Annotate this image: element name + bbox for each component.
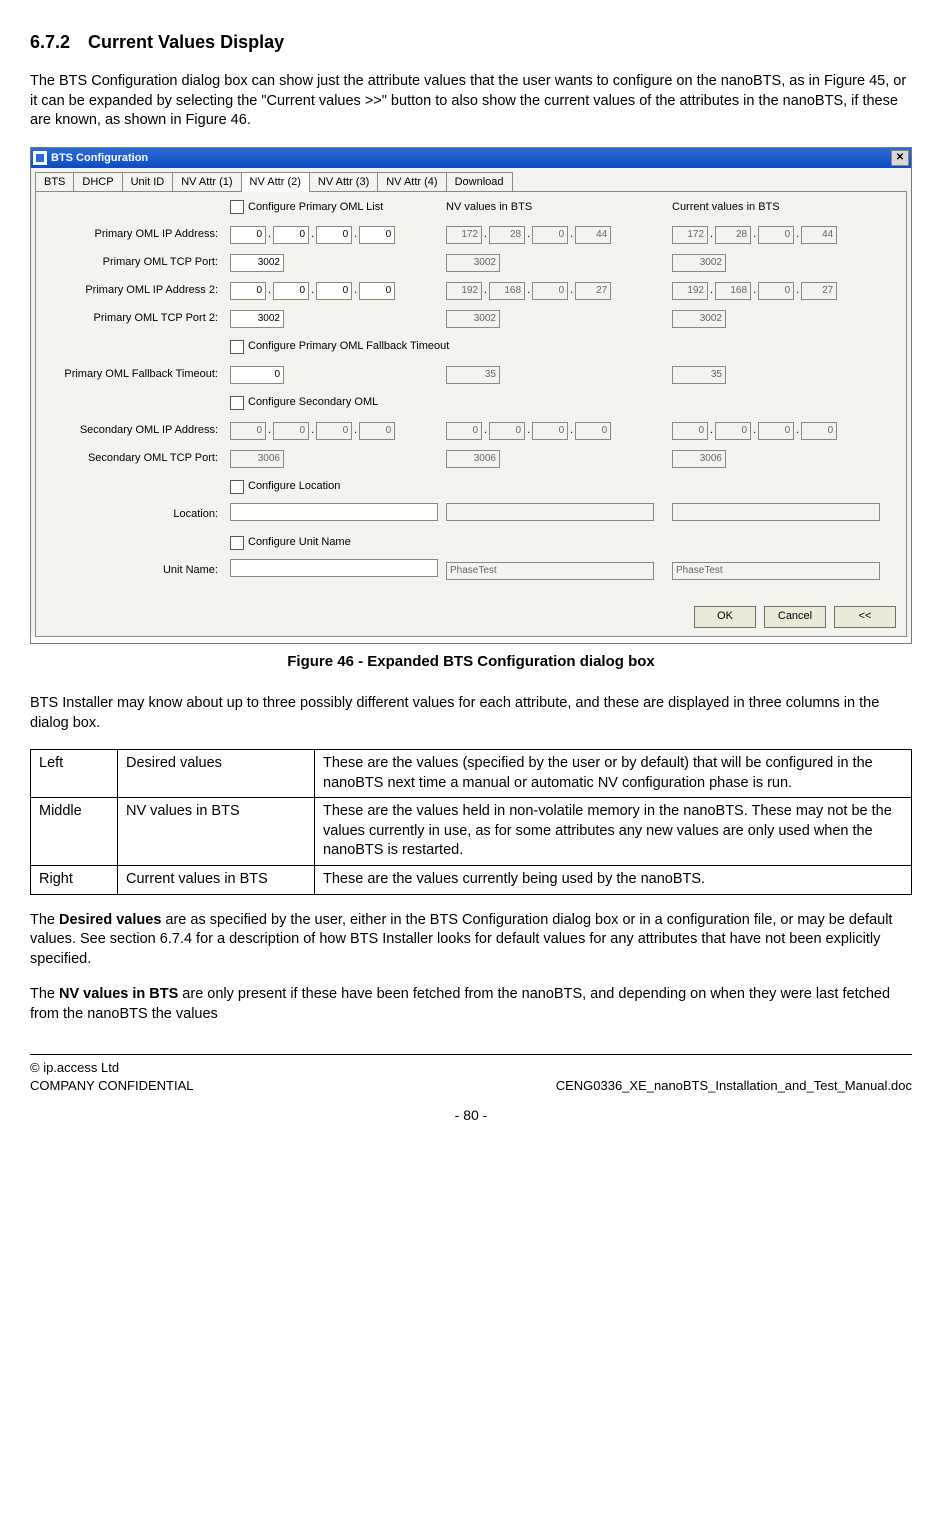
page-number: - 80 - [30,1106,912,1125]
table-row: Middle NV values in BTS These are the va… [31,798,912,866]
label-fallback: Primary OML Fallback Timeout: [42,367,224,382]
primary-port2-current: 3002 [672,310,726,328]
tab-panel: Configure Primary OML List NV values in … [35,191,907,637]
check-fallback-label: Configure Primary OML Fallback Timeout [248,339,449,354]
ok-button[interactable]: OK [694,606,756,628]
tab-nvattr3[interactable]: NV Attr (3) [309,172,378,192]
paragraph-1: The BTS Configuration dialog box can sho… [30,72,912,131]
fallback-nv: 35 [446,366,500,384]
cell: Desired values [118,750,315,798]
bts-config-dialog: BTS Configuration ✕ BTS DHCP Unit ID NV … [30,147,912,644]
page-footer: © ip.access Ltd COMPANY CONFIDENTIAL CEN… [30,1054,912,1125]
checkbox-icon[interactable] [230,200,244,214]
fallback-current: 35 [672,366,726,384]
unitname-left[interactable] [230,559,438,577]
tab-bts[interactable]: BTS [35,172,74,192]
location-left[interactable] [230,503,438,521]
cell: These are the values held in non-volatil… [315,798,912,866]
primary-ip2-nv: 192. 168. 0. 27 [446,282,666,300]
checkbox-icon[interactable] [230,396,244,410]
unitname-nv: PhaseTest [446,562,654,580]
columns-description-table: Left Desired values These are the values… [30,749,912,894]
label-primary-port: Primary OML TCP Port: [42,255,224,270]
check-primary-oml[interactable]: Configure Primary OML List [230,200,440,215]
window-title: BTS Configuration [51,151,148,166]
tab-strip: BTS DHCP Unit ID NV Attr (1) NV Attr (2)… [31,168,911,191]
secondary-port-left[interactable]: 3006 [230,450,284,468]
table-row: Left Desired values These are the values… [31,750,912,798]
tab-nvattr4[interactable]: NV Attr (4) [377,172,446,192]
checkbox-icon[interactable] [230,480,244,494]
primary-port-current: 3002 [672,254,726,272]
tab-download[interactable]: Download [446,172,513,192]
titlebar: BTS Configuration ✕ [31,148,911,168]
label-unitname: Unit Name: [42,563,224,578]
label-location: Location: [42,507,224,522]
primary-port-left[interactable]: 3002 [230,254,284,272]
secondary-port-nv: 3006 [446,450,500,468]
figure-caption: Figure 46 - Expanded BTS Configuration d… [30,652,912,672]
footer-docname: CENG0336_XE_nanoBTS_Installation_and_Tes… [556,1077,912,1095]
tab-nvattr1[interactable]: NV Attr (1) [172,172,241,192]
check-unitname[interactable]: Configure Unit Name [230,535,440,550]
cell: Middle [31,798,118,866]
section-number: 6.7.2 [30,32,70,52]
check-fallback[interactable]: Configure Primary OML Fallback Timeout [230,339,892,354]
primary-ip2-current: 192. 168. 0. 27 [672,282,892,300]
cell: These are the values (specified by the u… [315,750,912,798]
paragraph-3: The Desired values are as specified by t… [30,911,912,970]
close-icon[interactable]: ✕ [891,150,909,166]
label-secondary-ip: Secondary OML IP Address: [42,423,224,438]
primary-port2-left[interactable]: 3002 [230,310,284,328]
cell: These are the values currently being use… [315,866,912,895]
check-location[interactable]: Configure Location [230,479,440,494]
fallback-left[interactable]: 0 [230,366,284,384]
paragraph-4: The NV values in BTS are only present if… [30,985,912,1024]
tab-unitid[interactable]: Unit ID [122,172,174,192]
unitname-current: PhaseTest [672,562,880,580]
checkbox-icon[interactable] [230,340,244,354]
primary-port-nv: 3002 [446,254,500,272]
footer-copyright: © ip.access Ltd [30,1059,912,1077]
label-primary-ip: Primary OML IP Address: [42,227,224,242]
tab-nvattr2[interactable]: NV Attr (2) [241,172,310,192]
label-primary-port2: Primary OML TCP Port 2: [42,311,224,326]
check-unitname-label: Configure Unit Name [248,535,351,550]
check-location-label: Configure Location [248,479,340,494]
cancel-button[interactable]: Cancel [764,606,826,628]
check-secondary-label: Configure Secondary OML [248,395,378,410]
secondary-ip-current: 0. 0. 0. 0 [672,422,892,440]
table-row: Right Current values in BTS These are th… [31,866,912,895]
app-icon [33,151,47,165]
cell: Right [31,866,118,895]
label-secondary-port: Secondary OML TCP Port: [42,451,224,466]
cell: Left [31,750,118,798]
secondary-ip-left[interactable]: 0. 0. 0. 0 [230,422,440,440]
col-header-current: Current values in BTS [672,200,892,215]
section-title: Current Values Display [88,32,284,52]
cell: NV values in BTS [118,798,315,866]
collapse-button[interactable]: << [834,606,896,628]
checkbox-icon[interactable] [230,536,244,550]
primary-ip-nv: 172. 28. 0. 44 [446,226,666,244]
secondary-ip-nv: 0. 0. 0. 0 [446,422,666,440]
paragraph-2: BTS Installer may know about up to three… [30,694,912,733]
col-header-nv: NV values in BTS [446,200,666,215]
check-primary-oml-label: Configure Primary OML List [248,200,383,215]
cell: Current values in BTS [118,866,315,895]
primary-ip2-left[interactable]: 0. 0. 0. 0 [230,282,440,300]
primary-ip-left[interactable]: 0. 0. 0. 0 [230,226,440,244]
secondary-port-current: 3006 [672,450,726,468]
check-secondary[interactable]: Configure Secondary OML [230,395,440,410]
tab-dhcp[interactable]: DHCP [73,172,122,192]
section-heading: 6.7.2 Current Values Display [30,30,912,54]
footer-confidential: COMPANY CONFIDENTIAL [30,1077,193,1095]
label-primary-ip2: Primary OML IP Address 2: [42,283,224,298]
location-current [672,503,880,521]
primary-port2-nv: 3002 [446,310,500,328]
primary-ip-current: 172. 28. 0. 44 [672,226,892,244]
location-nv [446,503,654,521]
